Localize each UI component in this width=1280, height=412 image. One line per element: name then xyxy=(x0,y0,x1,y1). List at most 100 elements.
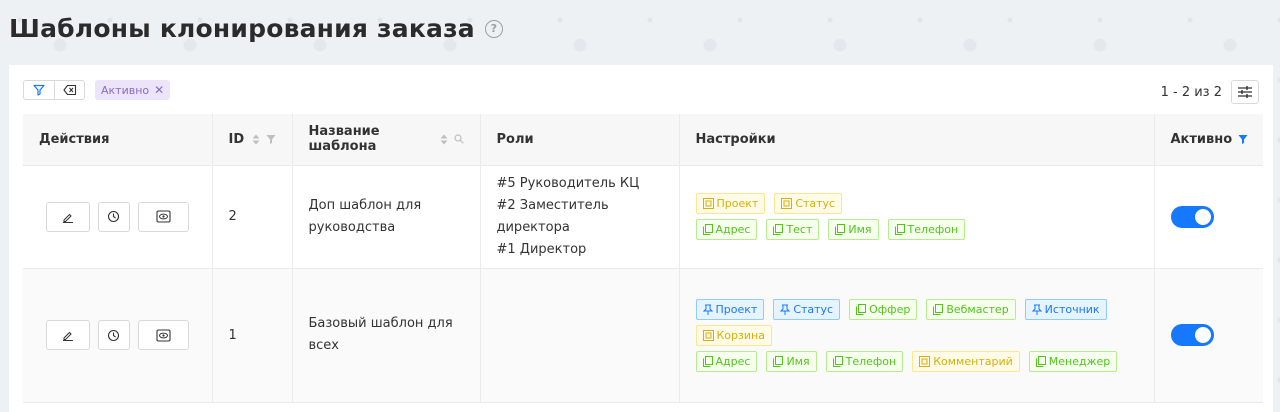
role-item: #1 Директор xyxy=(496,241,587,257)
pencil-icon xyxy=(62,213,73,223)
tags-line: Проект Статус Оффер Вебмастер Источник xyxy=(695,298,1138,320)
edit-button[interactable] xyxy=(45,201,90,232)
setting-tag: Оффер xyxy=(849,298,918,320)
setting-tag-label: Проект xyxy=(716,197,759,210)
row-roles: #5 Руководитель КЦ #2 Заместитель директ… xyxy=(480,165,680,269)
help-icon[interactable]: ? xyxy=(484,19,503,38)
role-item: #5 Руководитель КЦ xyxy=(496,175,640,191)
filter-tools xyxy=(23,80,85,100)
setting-tag-label: Телефон xyxy=(907,223,959,236)
pencil-icon xyxy=(62,331,73,341)
edit-button[interactable] xyxy=(45,320,90,350)
eye-icon xyxy=(156,210,171,223)
sort-icon[interactable] xyxy=(252,134,260,145)
setting-tag: Проект xyxy=(695,193,766,214)
clear-icon xyxy=(62,84,76,96)
filter-toolbar: Активно ✕ xyxy=(23,80,171,100)
row-id: 2 xyxy=(212,165,293,269)
setting-tag-label: Вебмастер xyxy=(946,302,1009,316)
pagination: 1 - 2 из 2 xyxy=(1161,80,1259,104)
col-id-label: ID xyxy=(228,131,245,147)
row-active xyxy=(1154,268,1263,403)
setting-tag: Комментарий xyxy=(912,350,1020,372)
preview-button[interactable] xyxy=(137,320,189,350)
row-settings: Проект Статус Оффер Вебмастер Источник Корзин… xyxy=(679,268,1155,403)
filter-icon[interactable] xyxy=(1238,134,1248,145)
tags-line: Корзина xyxy=(695,324,1138,346)
tags-line: Адрес Имя Телефон Комментарий Менеджер xyxy=(695,350,1138,372)
setting-tag: Имя xyxy=(828,219,879,240)
active-filter-chip[interactable]: Активно ✕ xyxy=(95,80,171,100)
page-title-text: Шаблоны клонирования заказа xyxy=(9,14,475,43)
role-item: #2 Заместитель директора xyxy=(496,197,609,235)
filter-button[interactable] xyxy=(24,81,54,99)
pagination-text: 1 - 2 из 2 xyxy=(1160,84,1222,100)
row-name: Базовый шаблон для всех xyxy=(292,268,481,403)
history-icon xyxy=(108,329,120,341)
row-id: 1 xyxy=(212,268,293,403)
setting-tag-label: Оффер xyxy=(869,302,911,316)
column-settings-button[interactable] xyxy=(1231,80,1259,104)
setting-tag: Адрес xyxy=(695,350,758,372)
setting-tag: Источник xyxy=(1024,298,1107,320)
settings-tags: Проект Статус Оффер Вебмастер Источник Корзин… xyxy=(695,298,1138,372)
active-filter-chip-label: Активно xyxy=(101,83,150,97)
table-header-row: Действия ID Название шаблона Роли Настро… xyxy=(23,114,1263,166)
setting-tag-label: Имя xyxy=(786,354,810,368)
setting-tag: Вебмастер xyxy=(926,298,1016,320)
col-settings: Настройки xyxy=(679,114,1155,166)
settings-tags: Проект Статус Адрес Тест Имя Телефон xyxy=(695,193,1138,240)
setting-tag: Тест xyxy=(766,219,820,240)
row-roles xyxy=(480,268,680,403)
setting-tag: Менеджер xyxy=(1028,350,1118,372)
setting-tag-label: Имя xyxy=(848,223,872,236)
row-settings: Проект Статус Адрес Тест Имя Телефон xyxy=(679,165,1155,269)
setting-tag-label: Корзина xyxy=(716,328,765,342)
setting-tag-label: Источник xyxy=(1044,302,1100,316)
filter-icon[interactable] xyxy=(266,134,276,145)
history-button[interactable] xyxy=(97,320,130,350)
history-button[interactable] xyxy=(97,201,130,232)
col-roles: Роли xyxy=(480,114,680,166)
setting-tag: Проект xyxy=(695,298,765,320)
setting-tag: Имя xyxy=(766,350,817,372)
setting-tag-label: Тест xyxy=(786,223,813,236)
active-toggle[interactable] xyxy=(1170,324,1214,346)
setting-tag-label: Статус xyxy=(795,197,836,210)
col-active[interactable]: Активно xyxy=(1154,114,1263,166)
sort-icon[interactable] xyxy=(440,134,448,145)
history-icon xyxy=(108,210,120,223)
row-actions xyxy=(23,268,213,403)
setting-tag-label: Менеджер xyxy=(1048,354,1111,368)
search-icon[interactable] xyxy=(453,134,464,144)
setting-tag: Статус xyxy=(773,298,841,320)
sliders-icon xyxy=(1238,86,1252,98)
col-settings-label: Настройки xyxy=(695,131,776,147)
setting-tag-label: Телефон xyxy=(845,354,897,368)
eye-icon xyxy=(156,328,171,342)
setting-tag: Телефон xyxy=(887,219,966,240)
row-actions xyxy=(23,165,213,269)
col-actions: Действия xyxy=(23,114,213,166)
tags-line: Проект Статус xyxy=(695,193,1138,214)
col-roles-label: Роли xyxy=(496,131,534,147)
active-toggle[interactable] xyxy=(1170,205,1214,228)
col-id[interactable]: ID xyxy=(212,114,293,166)
close-icon[interactable]: ✕ xyxy=(154,83,164,97)
table-row: 2 Доп шаблон для руководства #5 Руководи… xyxy=(23,165,1263,269)
setting-tag-label: Комментарий xyxy=(933,354,1013,368)
tags-line: Адрес Тест Имя Телефон xyxy=(695,219,1138,240)
clear-filters-button[interactable] xyxy=(54,81,84,99)
setting-tag: Телефон xyxy=(825,350,904,372)
setting-tag: Адрес xyxy=(695,219,758,240)
setting-tag: Корзина xyxy=(695,324,772,346)
row-name: Доп шаблон для руководства xyxy=(292,165,481,269)
col-actions-label: Действия xyxy=(39,131,110,147)
col-name[interactable]: Название шаблона xyxy=(292,114,481,166)
col-name-label: Название шаблона xyxy=(308,124,380,155)
col-active-label: Активно xyxy=(1170,131,1233,147)
setting-tag-label: Адрес xyxy=(715,354,751,368)
preview-button[interactable] xyxy=(137,201,189,232)
templates-card: Активно ✕ 1 - 2 из 2 Действия ID Названи… xyxy=(9,65,1273,412)
setting-tag-label: Проект xyxy=(715,302,758,316)
